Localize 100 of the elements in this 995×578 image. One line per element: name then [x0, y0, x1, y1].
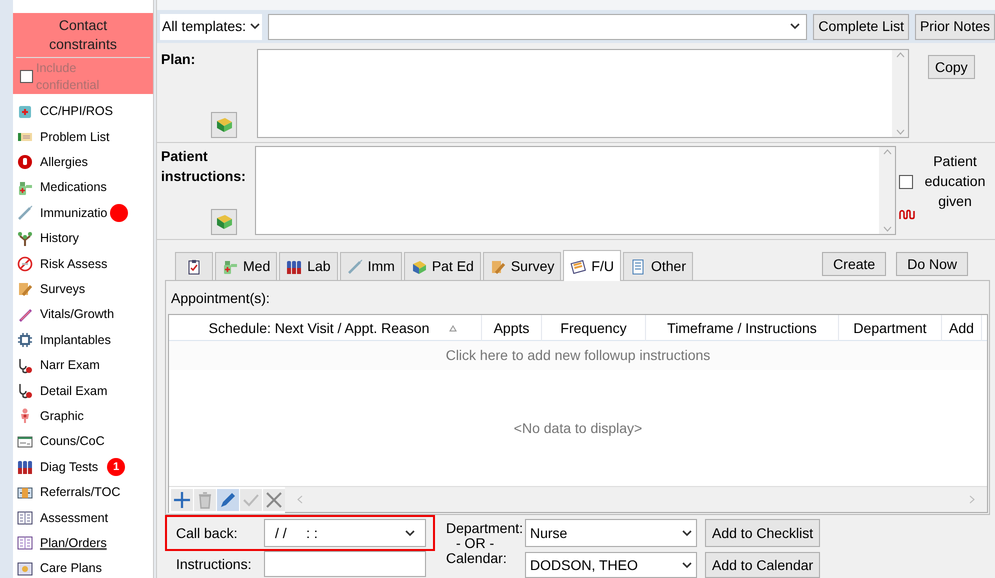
action-button[interactable]: Create: [822, 252, 886, 276]
tab-icon: [490, 258, 506, 274]
sidebar-icon: [17, 510, 33, 526]
tab-icon: [410, 258, 427, 274]
sidebar-icon: [17, 256, 33, 272]
sidebar-item[interactable]: Allergies: [40, 153, 88, 172]
scroll-up-icon[interactable]: [896, 52, 904, 58]
toolbar-button[interactable]: Complete List: [813, 14, 909, 40]
empty-message: <No data to display>: [514, 418, 642, 438]
checkbox[interactable]: [20, 70, 33, 83]
department-dropdown[interactable]: Nurse: [525, 519, 697, 547]
add-to-calendar-button[interactable]: Add to Calendar: [705, 552, 820, 578]
sidebar-item[interactable]: Problem List: [40, 128, 110, 146]
checkbox-label: Patient education given: [924, 152, 986, 211]
checkbox-label: Include confidential: [36, 60, 100, 94]
sidebar-item[interactable]: Couns/CoC: [40, 432, 105, 452]
calendar-label: Calendar:: [446, 550, 508, 566]
book-button[interactable]: [211, 112, 237, 138]
sidebar-icon: [17, 358, 33, 374]
sidebar-icon: [17, 332, 33, 348]
tab[interactable]: F/U: [563, 250, 621, 281]
count-badge: 1: [107, 458, 126, 476]
scroll-right-icon[interactable]: [969, 495, 975, 504]
sidebar-icon: [17, 205, 33, 222]
scroll-left-icon[interactable]: [297, 495, 303, 504]
tab-icon: [630, 258, 646, 274]
sidebar-item[interactable]: Assessment: [40, 508, 108, 528]
sidebar-item[interactable]: Immunizatio: [40, 204, 108, 223]
panel-title: Contact constraints: [16, 13, 150, 58]
sidebar-item[interactable]: History: [40, 229, 79, 248]
patient-instructions-label: Patient instructions:: [161, 147, 247, 186]
check-icon[interactable]: [240, 488, 262, 510]
tab[interactable]: Med: [215, 252, 278, 280]
call-back-label: Call back:: [176, 524, 238, 542]
add-to-checklist-button[interactable]: Add to Checklist: [705, 519, 820, 547]
tab[interactable]: Imm: [340, 252, 402, 280]
tab-icon: [222, 258, 238, 274]
sidebar-icon: [17, 535, 33, 552]
sidebar-item[interactable]: Plan/Orders: [40, 534, 107, 553]
appointments-label: Appointment(s):: [170, 289, 271, 308]
calendar-dropdown[interactable]: DODSON, THEO: [525, 552, 697, 578]
department-label: Department:: [446, 520, 524, 536]
sort-ascending-icon: [449, 324, 458, 332]
sidebar-item[interactable]: Detail Exam: [40, 382, 108, 400]
scroll-up-icon[interactable]: [882, 149, 892, 155]
sidebar-icon: [17, 484, 33, 501]
sidebar-icon: [17, 230, 33, 247]
checkbox[interactable]: [899, 175, 913, 189]
book-button[interactable]: [211, 209, 237, 235]
delete-icon[interactable]: [194, 488, 216, 510]
sidebar-icon: [17, 281, 33, 298]
sidebar-icon: [17, 306, 33, 323]
chevron-icon: [682, 562, 692, 568]
scroll-down-icon[interactable]: [896, 129, 904, 135]
or-label: - OR -: [456, 536, 494, 550]
call-back-dropdown[interactable]: / / : :: [264, 519, 426, 547]
chevron-icon: [405, 530, 415, 536]
tab-icon: [286, 258, 302, 274]
toolbar-button[interactable]: Prior Notes: [914, 14, 995, 40]
sidebar-item[interactable]: Care Plans: [40, 559, 102, 578]
sidebar-icon: [17, 104, 33, 120]
add-icon[interactable]: [171, 488, 193, 510]
tab[interactable]: Pat Ed: [404, 252, 481, 280]
instructions-field[interactable]: [264, 551, 426, 577]
sidebar-item[interactable]: Diag Tests: [40, 458, 98, 477]
close-icon[interactable]: [263, 488, 285, 510]
sidebar-item[interactable]: Risk Assess: [40, 254, 108, 274]
sidebar-item[interactable]: Referrals/TOC: [40, 483, 120, 502]
instructions-label: Instructions:: [176, 554, 252, 574]
plan-text-area[interactable]: [257, 49, 909, 138]
edit-icon[interactable]: [217, 488, 239, 510]
sidebar-item[interactable]: Medications: [40, 178, 107, 198]
scroll-down-icon[interactable]: [882, 226, 892, 232]
tab[interactable]: Lab: [279, 252, 338, 280]
sidebar-icon: [17, 180, 33, 196]
tab[interactable]: Other: [622, 252, 693, 280]
sidebar-icon: [17, 382, 33, 399]
tab[interactable]: Survey: [482, 252, 562, 280]
tab[interactable]: [175, 252, 213, 280]
tab-icon: [186, 258, 202, 274]
sidebar-item[interactable]: CC/HPI/ROS: [40, 102, 113, 122]
template-dropdown[interactable]: [268, 14, 808, 40]
tab-icon: [570, 258, 586, 274]
squiggle-icon: [899, 209, 915, 220]
tab-icon: [346, 258, 363, 274]
add-followup-row[interactable]: Click here to add new followup instructions: [169, 341, 987, 370]
chevron-icon: [682, 530, 692, 536]
sidebar-item[interactable]: Vitals/Growth: [40, 305, 114, 324]
sidebar-icon: [17, 154, 33, 170]
sidebar-icon: [17, 434, 33, 450]
sidebar-item[interactable]: Surveys: [40, 280, 86, 299]
sidebar-icon: [17, 560, 33, 577]
copy-button[interactable]: Copy: [928, 55, 975, 79]
action-button[interactable]: Do Now: [896, 252, 968, 276]
templates-dropdown[interactable]: All templates:: [160, 14, 262, 40]
plan-label: Plan:: [161, 50, 196, 69]
chevron-icon: [790, 23, 800, 30]
sidebar-item[interactable]: Narr Exam: [40, 356, 100, 375]
sidebar-item[interactable]: Graphic: [40, 407, 84, 426]
sidebar-item[interactable]: Implantables: [40, 330, 111, 350]
